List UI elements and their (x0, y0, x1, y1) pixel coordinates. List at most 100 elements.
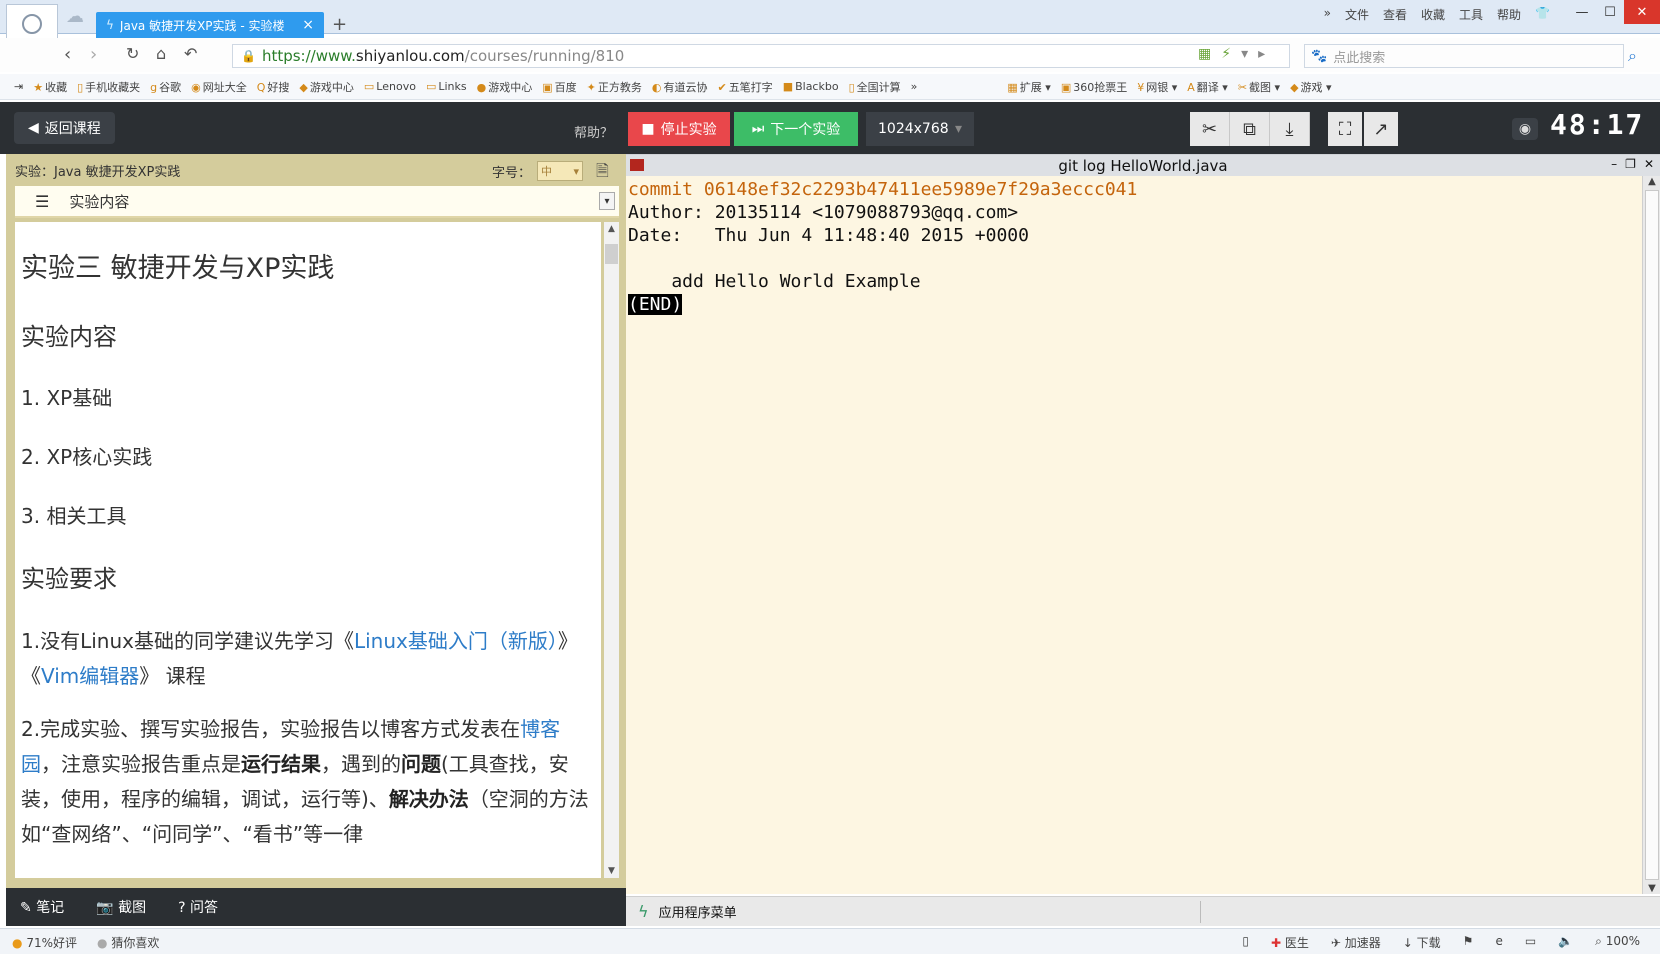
font-size-select[interactable]: 中 ▾ (537, 161, 584, 181)
back-to-course-button[interactable]: ◀ 返回课程 (14, 112, 115, 144)
back-icon[interactable]: ‹ (64, 44, 71, 65)
toc-select[interactable]: ☰ 实验内容 ▾ (15, 186, 619, 218)
eye-icon[interactable]: ◉ (1512, 118, 1538, 140)
pager-end-marker: (END) (628, 294, 683, 315)
bookmark-item[interactable]: ◉ 网址大全 (191, 79, 247, 95)
extension-item[interactable]: ¥ 网银 ▾ (1137, 79, 1177, 95)
popout-icon[interactable]: ↗ (1364, 112, 1398, 146)
rating-item[interactable]: ● 71%好评 (12, 934, 77, 951)
url-input[interactable]: 🔒 https://www. shiyanlou.com/courses/runn… (232, 44, 1290, 68)
minimize-icon[interactable]: – (1611, 157, 1617, 171)
dropdown-icon[interactable]: ▾ (1241, 46, 1248, 62)
minimize-icon[interactable]: — (1568, 0, 1596, 24)
document-icon[interactable]: 🗎 (596, 160, 609, 187)
menu-more-icon[interactable]: » (1324, 6, 1331, 23)
extension-item[interactable]: ✂ 截图 ▾ (1238, 79, 1280, 95)
close-window-icon[interactable]: ✕ (1624, 0, 1660, 24)
vim-course-link[interactable]: Vim编辑器 (41, 664, 139, 688)
terminal-output[interactable]: commit 06148ef32c2293b47411ee5989e7f29a3… (626, 176, 1642, 894)
sidebar-toggle-icon[interactable]: ⇥ (14, 80, 23, 93)
flag-icon[interactable]: ⚑ (1463, 934, 1474, 951)
menu-favorites[interactable]: 收藏 (1421, 6, 1445, 23)
accelerator-item[interactable]: ✈ 加速器 (1331, 934, 1381, 951)
recommend-item[interactable]: ● 猜你喜欢 (97, 934, 159, 951)
screenshot-button[interactable]: 📷 截图 (96, 897, 146, 917)
shirt-icon[interactable]: 👕 (1535, 6, 1550, 23)
bookmark-item[interactable]: g 谷歌 (150, 79, 181, 95)
forward-icon[interactable]: › (90, 44, 97, 65)
help-link[interactable]: 帮助？ (574, 122, 613, 141)
terminal-scrollbar[interactable]: ▲ ▼ (1642, 176, 1660, 894)
app-menu-label[interactable]: 应用程序菜单 (659, 902, 737, 921)
bookmark-item[interactable]: ★ 收藏 (33, 79, 67, 95)
extension-item[interactable]: ◆ 游戏 ▾ (1290, 79, 1332, 95)
volume-icon[interactable]: 🔈 (1558, 934, 1573, 951)
play-icon[interactable]: ▸ (1258, 46, 1265, 62)
scroll-up-icon[interactable]: ▲ (1643, 176, 1660, 187)
bookmark-item[interactable]: ✔ 五笔打字 (717, 79, 772, 95)
download-item[interactable]: ↓ 下载 (1403, 934, 1441, 951)
bookmarks-more-icon[interactable]: » (911, 80, 918, 93)
scroll-up-icon[interactable]: ▲ (604, 224, 619, 234)
bookmark-item[interactable]: ▯ 手机收藏夹 (77, 79, 140, 95)
doctor-item[interactable]: ✚ 医生 (1271, 934, 1309, 951)
bookmark-item[interactable]: ◆ 游戏中心 (299, 79, 353, 95)
app-menu-icon[interactable]: ϟ (638, 902, 649, 921)
undo-icon[interactable]: ↶ (184, 44, 197, 63)
game-icon: ● (476, 80, 487, 94)
extension-item[interactable]: A 翻译 ▾ (1187, 79, 1228, 95)
notes-button[interactable]: ✎ 笔记 (20, 897, 64, 917)
stop-lab-button[interactable]: ■ 停止实验 (628, 112, 730, 146)
scroll-thumb[interactable] (1645, 190, 1659, 880)
doc-scrollbar[interactable]: ▲ ▼ (604, 222, 619, 878)
bookmark-item[interactable]: ✦ 正方教务 (587, 79, 642, 95)
menu-tools[interactable]: 工具 (1459, 6, 1483, 23)
qr-code-icon[interactable]: ▦ (1198, 46, 1211, 62)
close-icon[interactable]: ✕ (1644, 157, 1654, 171)
new-tab-button[interactable]: + (332, 14, 347, 35)
bookmark-item[interactable]: ◐ 有道云协 (652, 79, 708, 95)
scroll-thumb[interactable] (605, 244, 618, 264)
lab-toolbar: ◀ 返回课程 帮助？ ■ 停止实验 ⏭ 下一个实验 1024x768 ▾ ✂ ⧉… (0, 102, 1660, 154)
bookmark-item[interactable]: Q 好搜 (257, 79, 290, 95)
bookmark-item[interactable]: ▭ Lenovo (364, 80, 416, 93)
chevron-down-icon[interactable]: ▾ (599, 192, 615, 210)
qa-label: 问答 (189, 900, 218, 916)
zoom-item[interactable]: ⌕ 100% (1595, 934, 1640, 951)
home-icon[interactable]: ⌂ (156, 44, 166, 63)
tab-active[interactable]: ϟ Java 敏捷开发XP实践 - 实验楼 × (96, 12, 324, 38)
maximize-icon[interactable]: ☐ (1596, 0, 1624, 24)
scroll-down-icon[interactable]: ▼ (1643, 883, 1660, 894)
extension-item[interactable]: ▦ 扩展 ▾ (1007, 79, 1050, 95)
bookmark-item[interactable]: ▣ 百度 (542, 79, 576, 95)
search-input[interactable]: 🐾 点此搜索 (1304, 44, 1624, 68)
bookmark-item[interactable]: ■ Blackbo (783, 80, 839, 93)
download-icon[interactable]: ⤓ (1270, 112, 1310, 146)
phone-icon[interactable]: ▯ (1242, 934, 1249, 951)
ie-icon[interactable]: e (1495, 934, 1502, 951)
accelerator-label: 加速器 (1344, 936, 1381, 950)
menu-help[interactable]: 帮助 (1497, 6, 1521, 23)
cloud-icon[interactable]: ☁ (66, 8, 88, 26)
menu-view[interactable]: 查看 (1383, 6, 1407, 23)
resolution-select[interactable]: 1024x768 ▾ (866, 112, 974, 146)
menu-file[interactable]: 文件 (1345, 6, 1369, 23)
bookmark-item[interactable]: ● 游戏中心 (477, 79, 533, 95)
linux-course-link[interactable]: Linux基础入门（新版） (354, 629, 558, 653)
bookmark-item[interactable]: ▯ 全国计算 (849, 79, 901, 95)
tab-close-icon[interactable]: × (302, 17, 314, 33)
shiyanlou-favicon-icon: ϟ (106, 18, 114, 32)
speed-icon[interactable]: ⚡ (1221, 46, 1231, 62)
search-icon[interactable]: ⌕ (1628, 46, 1637, 66)
monitor-icon[interactable]: ▭ (1525, 934, 1536, 951)
bookmark-item[interactable]: ▭ Links (426, 80, 467, 93)
scissors-icon[interactable]: ✂ (1190, 112, 1230, 146)
extension-item[interactable]: ▣ 360抢票王 (1061, 79, 1127, 95)
restore-icon[interactable]: ❐ (1625, 157, 1636, 171)
scroll-down-icon[interactable]: ▼ (604, 866, 619, 876)
reload-icon[interactable]: ↻ (126, 44, 139, 63)
fullscreen-icon[interactable]: ⛶ (1328, 112, 1362, 146)
qa-button[interactable]: ? 问答 (178, 897, 218, 917)
screen-share-icon[interactable]: ⧉ (1230, 112, 1270, 146)
next-lab-button[interactable]: ⏭ 下一个实验 (734, 112, 858, 146)
